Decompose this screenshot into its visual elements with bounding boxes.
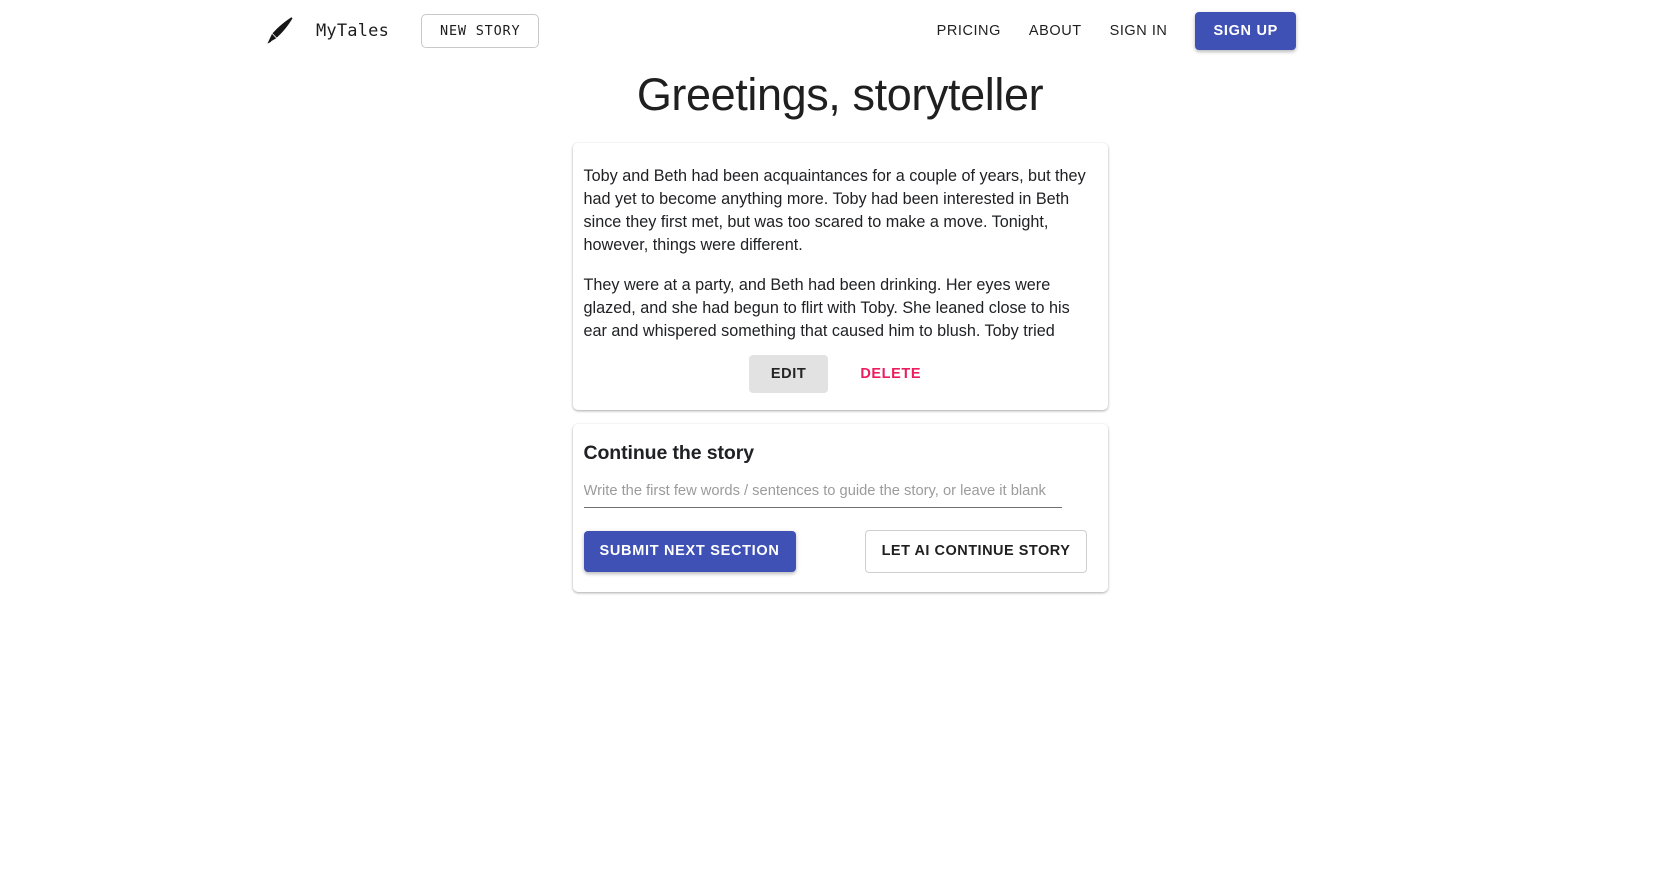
site-header: MyTales NEW STORY PRICING ABOUT SIGN IN … [0,0,1680,62]
brand-name: MyTales [316,21,390,41]
header-nav: PRICING ABOUT SIGN IN SIGN UP [923,0,1296,62]
brand-group: MyTales NEW STORY [262,13,540,49]
nav-link-pricing[interactable]: PRICING [923,24,1015,39]
story-paragraph: Toby and Beth had been acquaintances for… [583,166,1086,254]
story-card: Toby and Beth had been acquaintances for… [572,142,1108,411]
story-text: Toby and Beth had been acquaintances for… [584,165,1097,343]
continue-actions: SUBMIT NEXT SECTION LET AI CONTINUE STOR… [583,530,1097,573]
nav-link-sign-in[interactable]: SIGN IN [1096,24,1182,39]
let-ai-continue-story-button[interactable]: LET AI CONTINUE STORY [864,530,1088,573]
quill-pen-icon [262,14,296,48]
continue-story-input[interactable] [583,479,1062,509]
edit-button[interactable]: EDIT [748,354,829,394]
continue-heading: Continue the story [583,442,755,465]
nav-link-about[interactable]: ABOUT [1015,24,1096,39]
submit-next-section-button[interactable]: SUBMIT NEXT SECTION [583,531,796,572]
story-actions: EDIT DELETE [584,347,1097,411]
new-story-button[interactable]: NEW STORY [421,13,540,49]
sign-up-button[interactable]: SIGN UP [1195,11,1296,51]
delete-button[interactable]: DELETE [850,355,931,394]
continue-story-card: Continue the story SUBMIT NEXT SECTION L… [572,424,1108,592]
main-content: Toby and Beth had been acquaintances for… [572,142,1108,592]
page-title: Greetings, storyteller [636,69,1044,120]
story-paragraph: They were at a party, and Beth had been … [583,275,1070,340]
